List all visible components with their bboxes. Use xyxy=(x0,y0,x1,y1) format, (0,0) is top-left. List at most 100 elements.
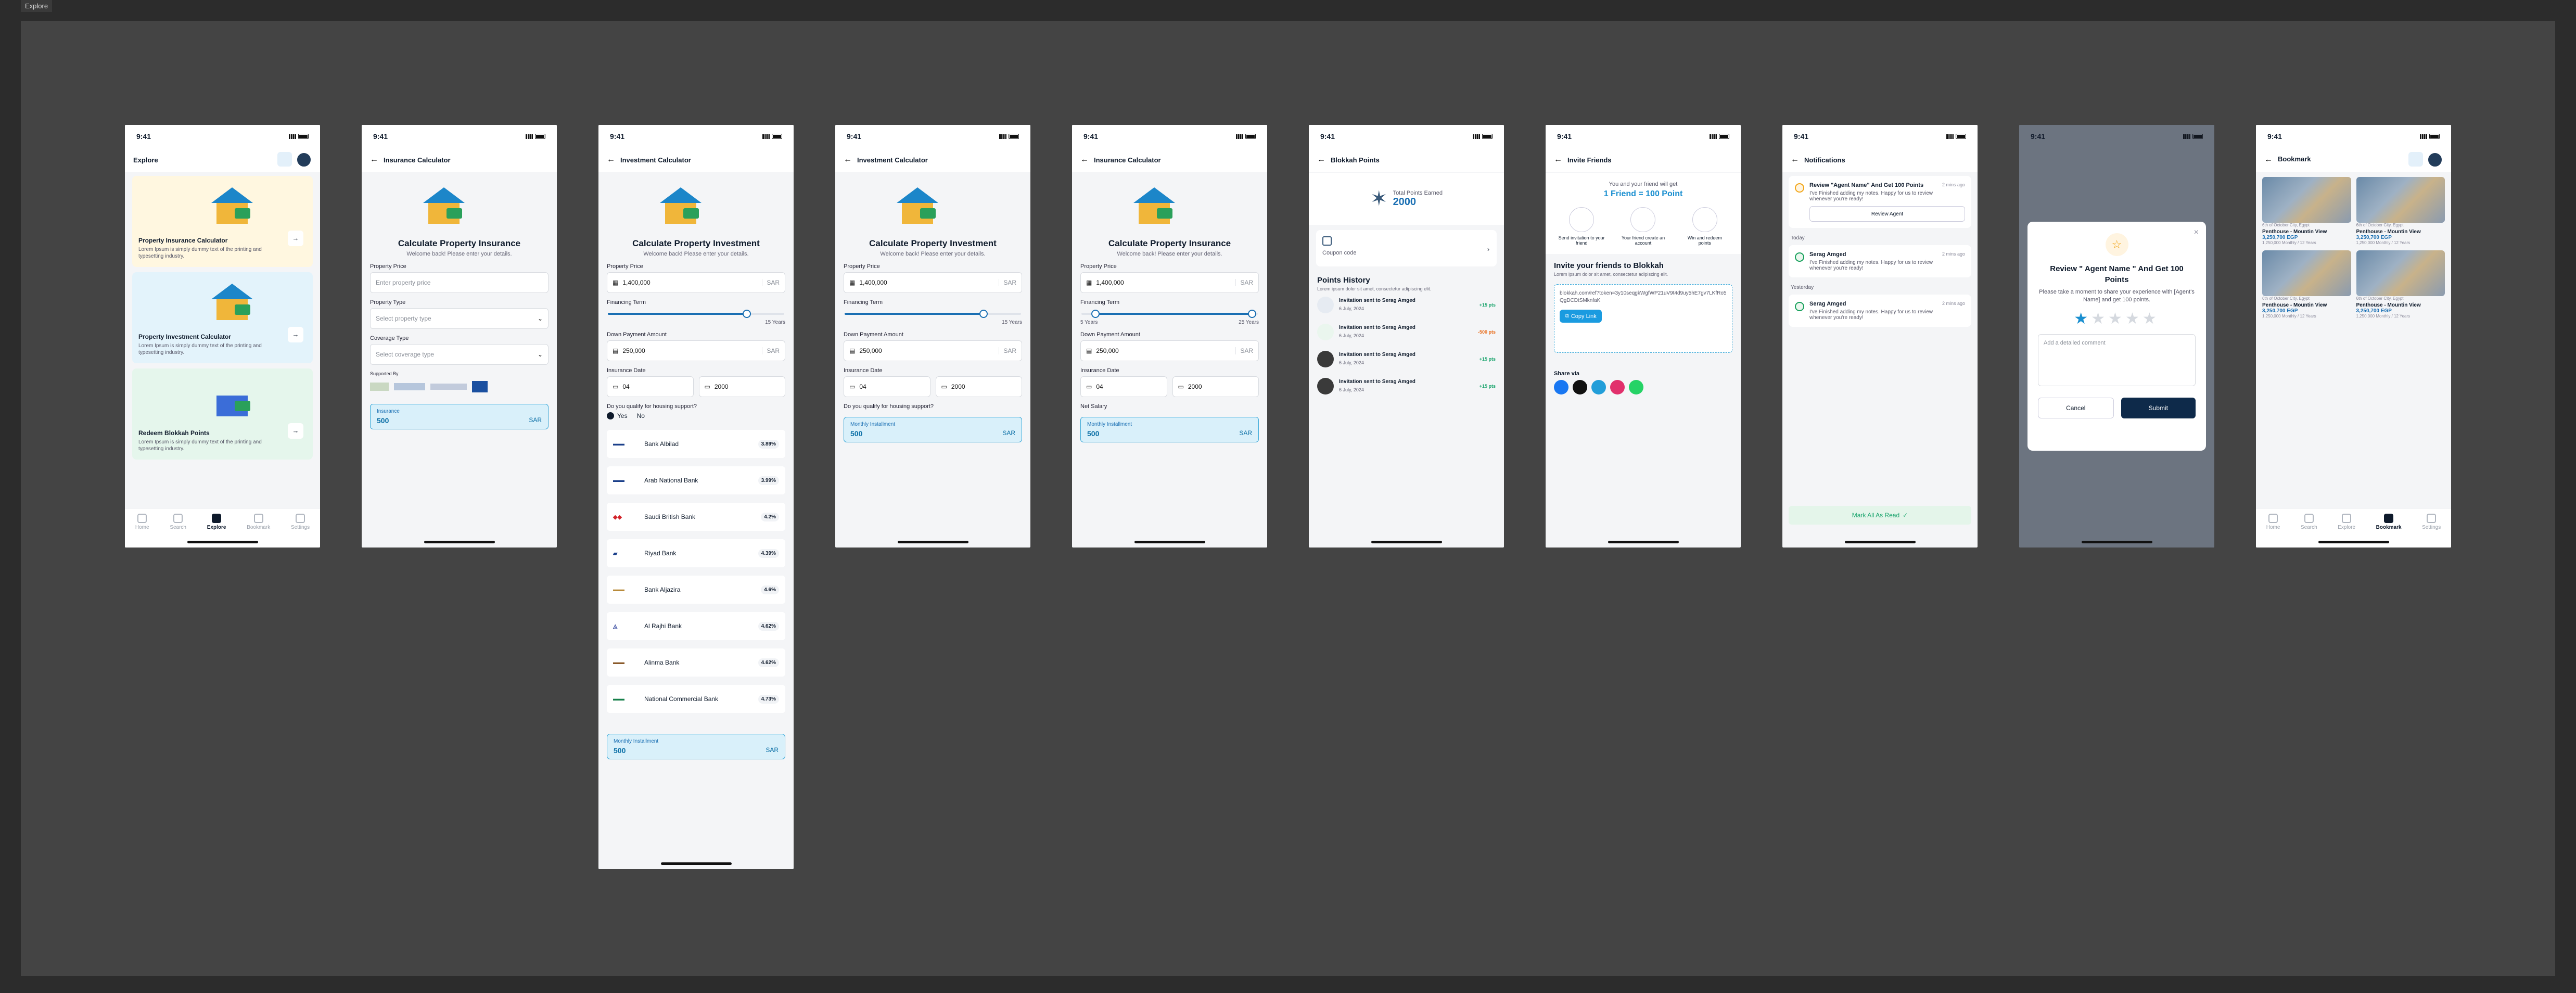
battery-icon xyxy=(1009,134,1019,139)
tab-settings[interactable]: Settings xyxy=(2422,514,2441,548)
star-empty-icon[interactable]: ★ xyxy=(2091,310,2108,327)
day-input[interactable]: ▭ 04 xyxy=(607,376,694,397)
property-price-input[interactable]: ▦ 1,400,000 SAR xyxy=(844,272,1022,293)
yes-radio[interactable]: Yes xyxy=(607,412,628,419)
back-arrow-icon[interactable]: ← xyxy=(607,155,615,164)
copy-link-button[interactable]: ⧉ Copy Link xyxy=(1560,310,1602,323)
arrow-right-icon[interactable]: → xyxy=(288,231,303,246)
facebook-icon[interactable] xyxy=(1554,380,1568,394)
property-type-select[interactable]: Select property type ⌄ xyxy=(370,308,549,329)
notification-card[interactable]: 2 mins ago Review "Agent Name" And Get 1… xyxy=(1789,176,1971,228)
screen-invite-friends: 9:41 ← Invite Friends You and your friend… xyxy=(1546,125,1741,548)
property-card[interactable]: 6th of October City, Egypt Penthouse - Mo… xyxy=(2356,177,2445,245)
share-icons xyxy=(1554,380,1732,394)
x-icon[interactable] xyxy=(1573,380,1587,394)
coupon-code-row[interactable]: Coupon code › xyxy=(1316,230,1497,266)
total-points: 2000 xyxy=(1393,196,1417,208)
mark-all-read-button[interactable]: Mark All As Read ✓ xyxy=(1789,506,1971,525)
financing-term-slider[interactable] xyxy=(844,308,1022,320)
submit-button[interactable]: Submit xyxy=(2121,397,2196,418)
year-input[interactable]: ▭ 2000 xyxy=(935,376,1022,397)
refresh-icon[interactable] xyxy=(277,152,292,167)
step-label: Send invitation to your friend xyxy=(1558,235,1605,246)
tab-label: Search xyxy=(2300,525,2317,530)
back-arrow-icon[interactable]: ← xyxy=(370,155,378,164)
notification-card[interactable]: 2 mins ago Serag Amged I've Finished add… xyxy=(1789,245,1971,277)
whatsapp-icon[interactable] xyxy=(1629,380,1643,394)
comment-textarea[interactable]: Add a detailed comment xyxy=(2038,334,2196,386)
bank-row[interactable]: ▰ Riyad Bank 4.39% xyxy=(607,539,785,567)
day-input[interactable]: ▭ 04 xyxy=(844,376,930,397)
property-card[interactable]: 6th of October City, Egypt Penthouse - Mo… xyxy=(2356,250,2445,319)
avatar[interactable] xyxy=(296,152,312,168)
no-radio[interactable]: No xyxy=(637,412,645,419)
down-payment-input[interactable]: ▤ 250,000 SAR xyxy=(607,340,785,361)
property-card[interactable]: 6th of October City, Egypt Penthouse - Mo… xyxy=(2262,250,2351,319)
tab-settings[interactable]: Settings xyxy=(291,514,310,548)
down-payment-input[interactable]: ▤ 250,000 SAR xyxy=(844,340,1022,361)
notification-card[interactable]: 2 mins ago Serag Amged I've Finished add… xyxy=(1789,295,1971,327)
back-arrow-icon[interactable]: ← xyxy=(1080,155,1089,164)
back-arrow-icon[interactable]: ← xyxy=(2264,155,2273,164)
property-price-input[interactable]: ▦ 1,400,000 SAR xyxy=(1080,272,1259,293)
arrow-right-icon[interactable]: → xyxy=(288,327,303,342)
telegram-icon[interactable] xyxy=(1591,380,1606,394)
star-empty-icon[interactable]: ★ xyxy=(2108,310,2125,327)
back-arrow-icon[interactable]: ← xyxy=(1554,155,1562,164)
star-empty-icon[interactable]: ★ xyxy=(2125,310,2143,327)
review-agent-button[interactable]: Review Agent xyxy=(1809,206,1965,222)
arrow-right-icon[interactable]: → xyxy=(288,423,303,439)
bank-row[interactable]: ▬▬ Arab National Bank 3.99% xyxy=(607,466,785,494)
insurance-calculator-card[interactable]: Property Insurance Calculator Lorem Ipsu… xyxy=(132,176,313,267)
property-price-input[interactable]: ▦ 1,400,000 SAR xyxy=(607,272,785,293)
star-filled-icon[interactable]: ★ xyxy=(2074,310,2091,327)
list-item[interactable]: Invitation sent to Serag Amged 6 July, 20… xyxy=(1309,346,1504,373)
redeem-points-card[interactable]: Redeem Blokkah Points Lorem Ipsum is sim… xyxy=(132,368,313,460)
input-value: 1,400,000 xyxy=(859,279,887,286)
property-card[interactable]: 6th of October City, Egypt Penthouse - Mo… xyxy=(2262,177,2351,245)
tab-search[interactable]: Search xyxy=(2301,514,2317,548)
refresh-icon[interactable] xyxy=(2408,152,2423,167)
bank-row[interactable]: ▬▬ National Commercial Bank 4.73% xyxy=(607,685,785,713)
bank-row[interactable]: ◆◆ Saudi British Bank 4.2% xyxy=(607,503,785,531)
tab-home[interactable]: Home xyxy=(2266,514,2280,548)
year-input[interactable]: ▭ 2000 xyxy=(698,376,785,397)
bank-name: Arab National Bank xyxy=(644,477,698,484)
list-item[interactable]: Invitation sent to Serag Amged 6 July, 20… xyxy=(1309,319,1504,346)
screen-investment-calculator-banks: 9:41 ← Investment Calculator Calculate Pr… xyxy=(598,125,794,869)
cancel-button[interactable]: Cancel xyxy=(2038,397,2114,418)
calendar-icon: ▭ xyxy=(941,383,947,390)
page-title: Calculate Property Investment xyxy=(869,238,997,248)
instagram-icon[interactable] xyxy=(1610,380,1625,394)
financing-term-slider[interactable] xyxy=(607,308,785,320)
back-arrow-icon[interactable]: ← xyxy=(1791,155,1799,164)
tab-search[interactable]: Search xyxy=(170,514,186,548)
day-input[interactable]: ▭ 04 xyxy=(1080,376,1167,397)
bank-row[interactable]: ▬▬ Bank Albilad 3.89% xyxy=(607,430,785,458)
star-rating[interactable]: ★★★★★ xyxy=(2038,310,2196,328)
property-price-input[interactable]: Enter property price xyxy=(370,272,549,293)
bank-row[interactable]: ◬ Al Rajhi Bank 4.62% xyxy=(607,612,785,640)
list-item[interactable]: Invitation sent to Serag Amged 6 July, 20… xyxy=(1309,373,1504,400)
promo-value: 1 Friend = 100 Point xyxy=(1603,189,1683,198)
partner-logo-icon xyxy=(430,384,467,390)
header-title: Investment Calculator xyxy=(620,156,691,164)
coverage-type-select[interactable]: Select coverage type ⌄ xyxy=(370,344,549,365)
avatar[interactable] xyxy=(2427,152,2443,168)
header: ← Blokkah Points xyxy=(1309,148,1504,172)
year-input[interactable]: ▭ 2000 xyxy=(1172,376,1259,397)
list-item[interactable]: Invitation sent to Serag Amged 6 July, 20… xyxy=(1309,291,1504,319)
investment-calculator-card[interactable]: Property Investment Calculator Lorem Ips… xyxy=(132,272,313,363)
field-label: Insurance Date xyxy=(844,367,883,374)
close-icon[interactable]: × xyxy=(2194,228,2199,237)
financing-term-range-slider[interactable] xyxy=(1080,308,1259,320)
tab-home[interactable]: Home xyxy=(135,514,149,548)
check-circle-icon xyxy=(1317,324,1334,340)
bank-row[interactable]: ▬▬ Alinma Bank 4.62% xyxy=(607,648,785,677)
back-arrow-icon[interactable]: ← xyxy=(844,155,852,164)
bank-row[interactable]: ▬▬ Bank Aljazira 4.6% xyxy=(607,576,785,604)
star-empty-icon[interactable]: ★ xyxy=(2143,310,2160,327)
down-payment-input[interactable]: ▤ 250,000 SAR xyxy=(1080,340,1259,361)
field-label: Property Price xyxy=(607,263,643,270)
back-arrow-icon[interactable]: ← xyxy=(1317,155,1325,164)
